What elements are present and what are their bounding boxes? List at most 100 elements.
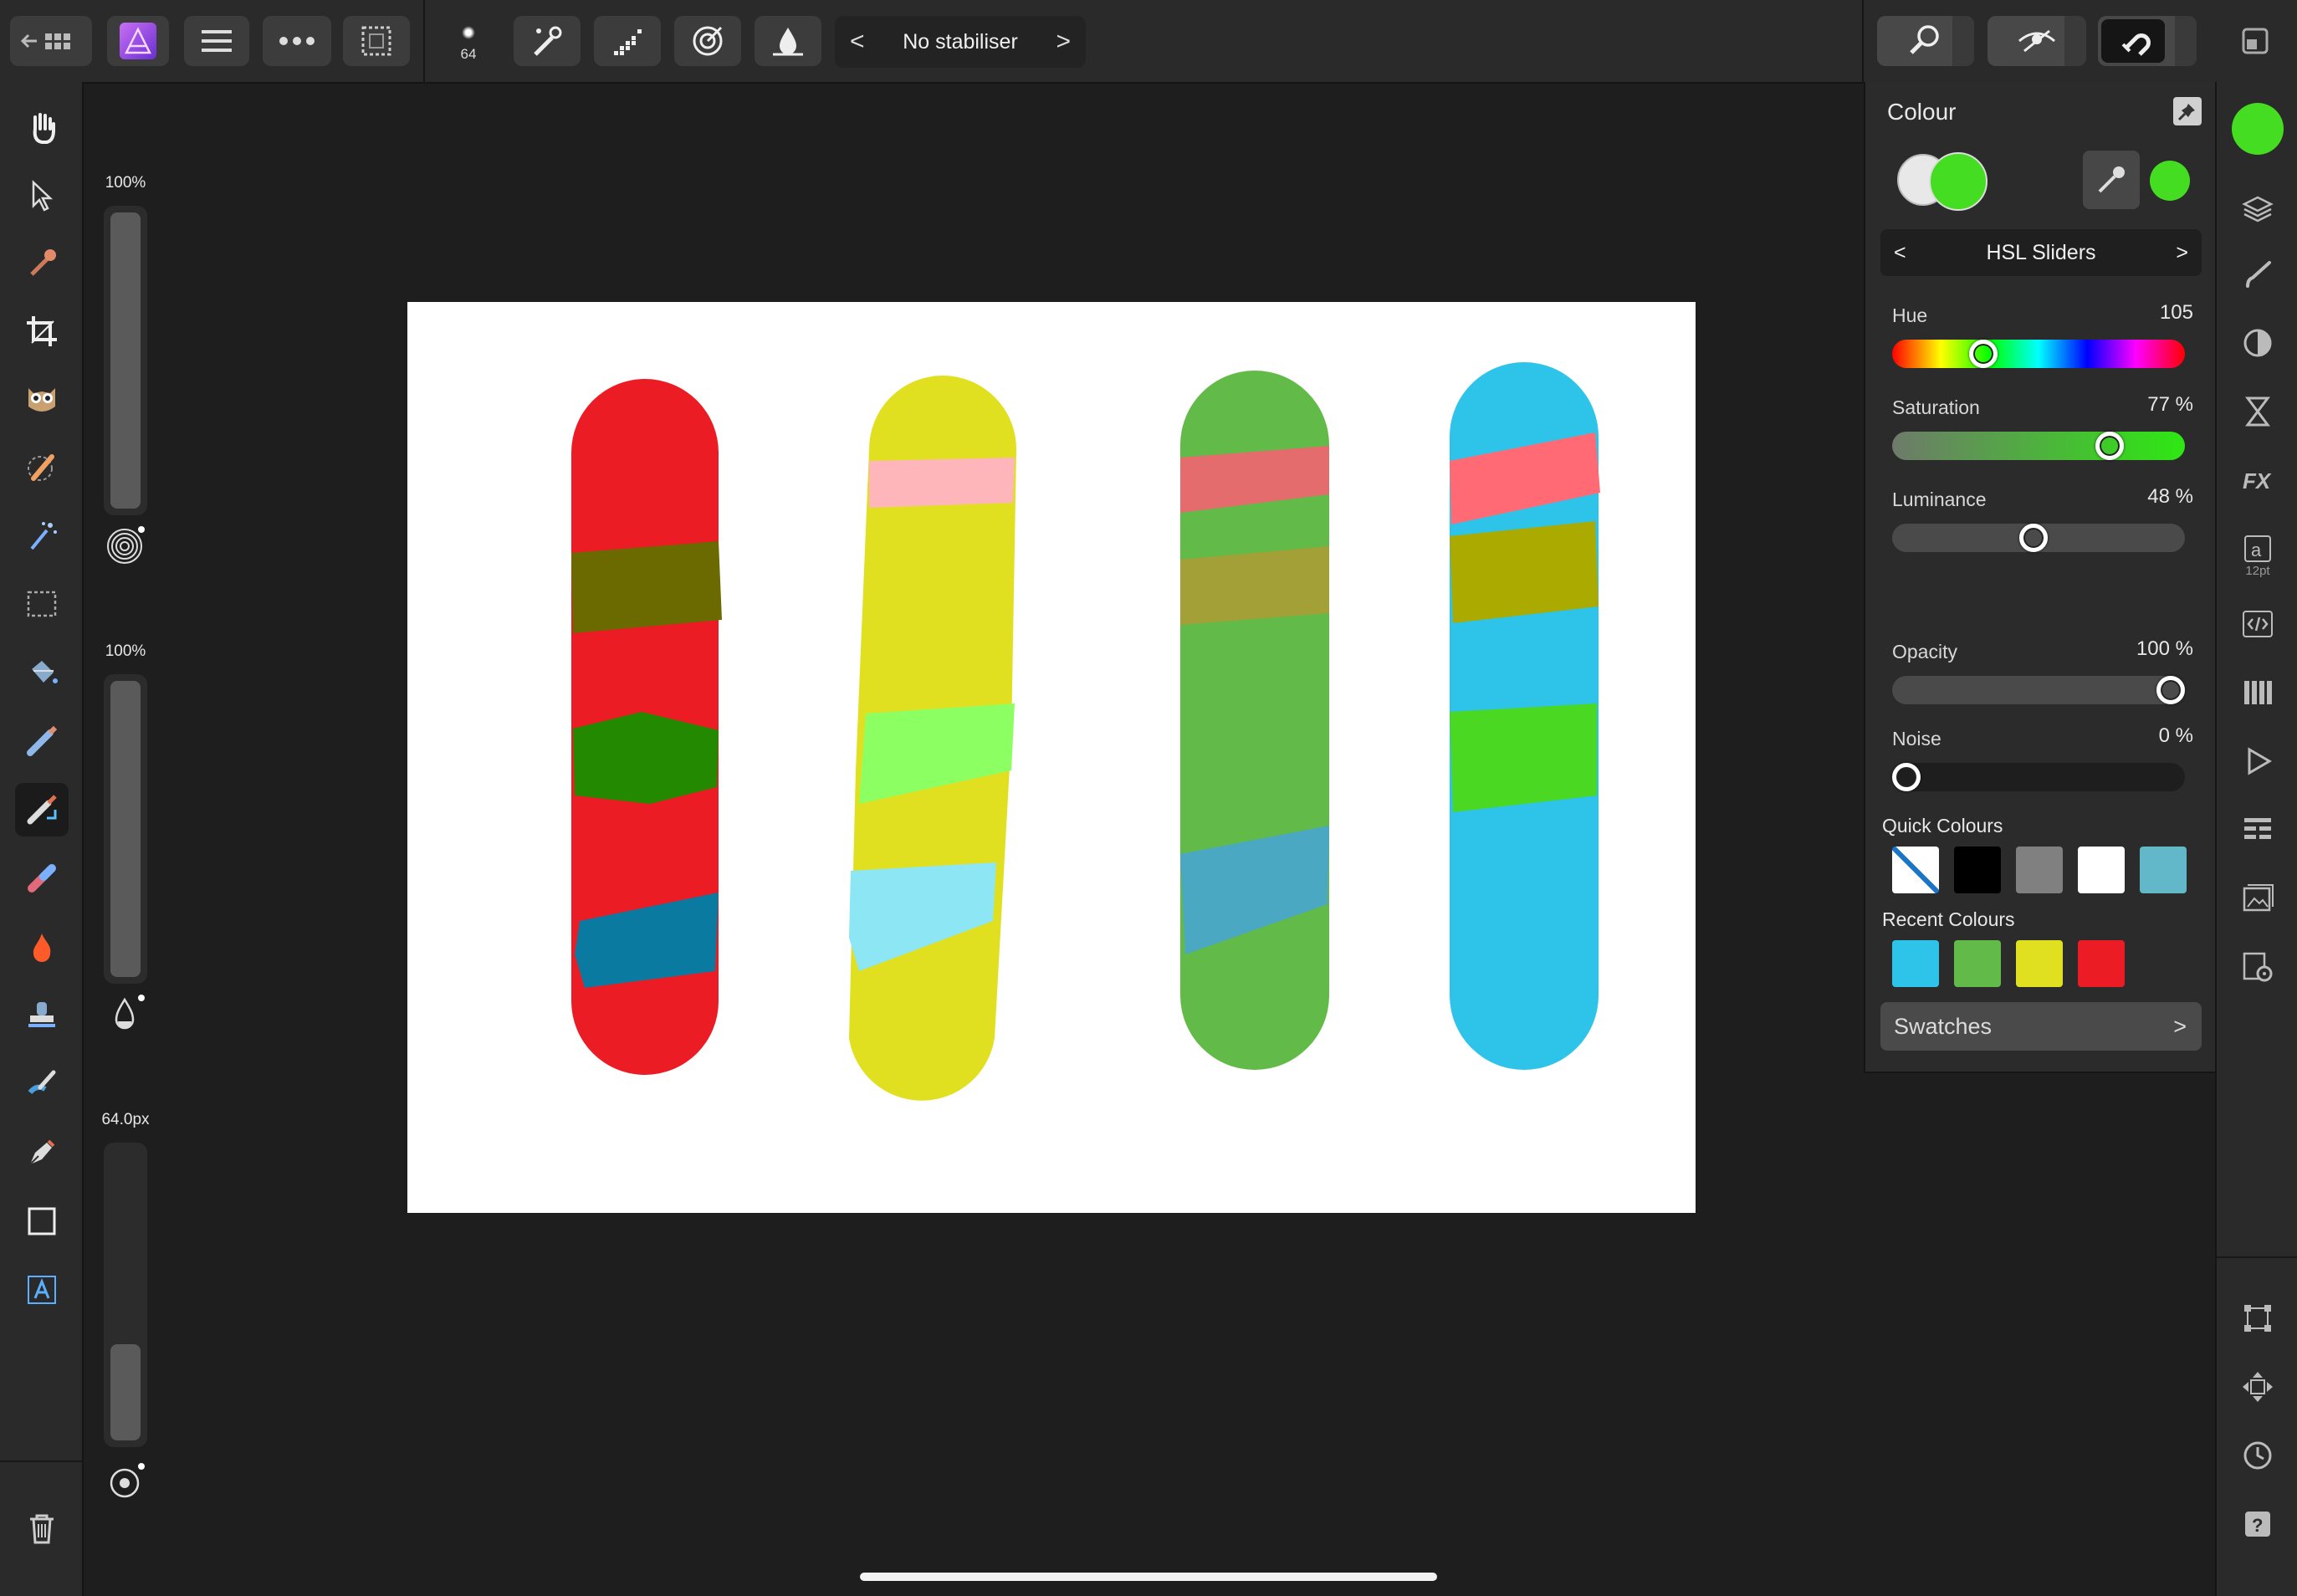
snapping-button[interactable] [2098,16,2197,66]
move-tool[interactable] [15,169,69,223]
back-grid-icon [20,33,70,49]
settings-studio-button[interactable] [2231,940,2284,994]
document-canvas[interactable] [407,302,1696,1213]
layers-studio-button[interactable] [2231,181,2284,234]
adjustments-studio-button[interactable] [2231,316,2284,370]
quick-colour-swatch[interactable] [2016,847,2063,893]
saturation-slider-knob[interactable] [2095,432,2125,460]
snapping-dropdown[interactable] [2175,16,2197,66]
hue-slider[interactable] [1892,340,2185,368]
navigator-studio-button[interactable] [2231,734,2284,788]
history-list-studio-button[interactable] [2231,803,2284,857]
red-eye-tool[interactable] [15,371,69,425]
noise-slider[interactable] [1892,763,2185,791]
luminance-slider[interactable] [1892,524,2185,552]
help-studio-button[interactable]: ? [2231,1497,2284,1551]
studio-divider [2217,1256,2297,1258]
live-filters-studio-button[interactable] [2231,385,2284,438]
stock-studio-button[interactable] [2231,872,2284,925]
document-gear-icon [2243,952,2273,982]
ink-drop-icon [115,995,145,1030]
erase-brush-tool[interactable] [15,852,69,905]
fullscreen-button[interactable] [2227,16,2284,66]
hand-tool[interactable] [15,100,69,154]
quick-mask-dropdown[interactable] [2064,16,2086,66]
crop-tool[interactable] [15,304,69,358]
text-tool[interactable] [15,1263,69,1317]
brush-size-button[interactable]: 64 [435,16,502,66]
colour-opacity-slider[interactable] [1892,676,2185,704]
trash-icon [30,1514,54,1544]
fill-tool[interactable] [15,646,69,699]
colour-replacement-tool[interactable] [15,783,69,836]
stabiliser-prev-button[interactable]: < [850,28,865,56]
pressure-button[interactable] [594,16,661,66]
saturation-slider[interactable] [1892,432,2185,460]
opacity-mode-button[interactable] [99,520,151,572]
flame-icon [33,934,51,962]
stabiliser-selector[interactable]: < No stabiliser > [835,16,1086,68]
recent-colour-swatch[interactable] [2078,940,2125,987]
more-button[interactable] [263,16,331,66]
width-slider-fill [110,1344,141,1440]
paint-bucket-icon [32,661,58,683]
hue-slider-knob[interactable] [1968,340,1998,368]
flow-slider[interactable] [104,674,147,984]
wet-edges-button[interactable] [674,16,741,66]
opacity-slider[interactable] [104,206,147,515]
view-tool-dropdown[interactable] [1952,16,1974,66]
macro-studio-button[interactable] [2231,597,2284,651]
pen-tool[interactable] [15,1126,69,1179]
stabiliser-next-button[interactable]: > [1056,28,1071,56]
quick-colour-swatch[interactable] [2078,847,2125,893]
color-picker-tool[interactable] [15,236,69,289]
recent-colour-swatch[interactable] [2016,940,2063,987]
rectangle-tool[interactable] [15,1194,69,1248]
clone-brush-tool[interactable] [15,989,69,1042]
fx-studio-button[interactable]: FX [2231,453,2284,507]
brush-settings-button[interactable] [514,16,581,66]
no-colour-swatch[interactable] [1892,847,1939,893]
quick-mask-button[interactable] [1987,16,2086,66]
colour-mode-prev-button[interactable]: < [1894,241,1906,265]
delete-button[interactable] [15,1502,69,1556]
selection-button[interactable] [343,16,410,66]
recent-colour-swatch[interactable] [1892,940,1939,987]
text-styles-studio-button[interactable]: a 12pt [2231,520,2284,591]
flood-select-tool[interactable] [15,509,69,562]
pin-panel-button[interactable] [2173,97,2202,125]
colour-mode-next-button[interactable]: > [2176,241,2188,265]
quick-colour-swatch[interactable] [2140,847,2187,893]
primary-colour-well[interactable] [1929,152,1987,211]
flow-mode-button[interactable] [99,989,151,1041]
brushes-studio-button[interactable] [2231,248,2284,301]
recent-colour-swatch[interactable] [1954,940,2001,987]
width-mode-button[interactable] [99,1457,151,1509]
width-slider[interactable] [104,1143,147,1447]
view-tool-button[interactable] [1877,16,1974,66]
marquee-tool[interactable] [15,577,69,631]
history-studio-button[interactable] [2231,1429,2284,1482]
selection-brush-icon [28,454,54,481]
move-studio-button[interactable] [2231,1360,2284,1414]
colour-opacity-slider-knob[interactable] [2156,676,2185,704]
luminance-slider-knob[interactable] [2018,524,2048,552]
burn-brush-tool[interactable] [15,920,69,974]
channels-studio-button[interactable] [2231,666,2284,719]
colour-studio-button[interactable] [2231,102,2284,156]
transform-studio-button[interactable] [2231,1292,2284,1345]
smudge-brush-tool[interactable] [15,1057,69,1111]
wet-mode-button[interactable] [755,16,821,66]
back-to-gallery-button[interactable] [10,16,92,66]
colour-mode-selector[interactable]: < HSL Sliders > [1880,229,2202,276]
selection-brush-tool[interactable] [15,440,69,494]
persona-button[interactable] [107,16,169,66]
colour-picker-button[interactable] [2083,151,2140,209]
swatches-button[interactable]: Swatches > [1880,1002,2202,1051]
magnet-icon [2121,33,2151,56]
noise-slider-knob[interactable] [1892,763,1921,791]
quick-colour-swatch[interactable] [1954,847,2001,893]
picked-colour-swatch[interactable] [2150,161,2190,201]
menu-button[interactable] [184,16,249,66]
paint-brush-tool[interactable] [15,714,69,768]
